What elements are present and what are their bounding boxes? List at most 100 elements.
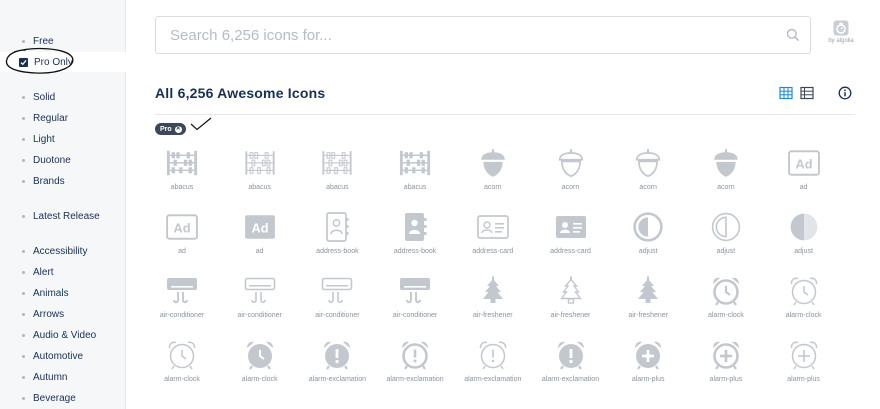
icon-tile[interactable]: alarm-exclamation: [454, 340, 532, 400]
icon-tile[interactable]: air-freshener: [609, 276, 687, 336]
address-book-icon: [405, 213, 427, 241]
icon-label: abacus: [403, 184, 427, 191]
grid-view-icon[interactable]: [779, 86, 793, 100]
search-icon[interactable]: [786, 28, 800, 42]
sidebar-item-label: Animals: [33, 287, 69, 299]
sidebar-item-label: Latest Release: [33, 210, 100, 222]
icon-tile[interactable]: air-freshener: [454, 276, 532, 336]
sidebar-item-light[interactable]: Light: [0, 129, 126, 149]
bullet-icon: [22, 333, 25, 337]
icon-tile[interactable]: acorn: [454, 148, 532, 208]
icon-label: air-conditioner: [392, 312, 438, 319]
icon-tile[interactable]: alarm-exclamation: [376, 340, 454, 400]
icon-tile[interactable]: ad: [143, 212, 221, 272]
icon-tile[interactable]: adjust: [765, 212, 843, 272]
icon-label: alarm-exclamation: [386, 376, 444, 383]
bullet-icon: [22, 291, 25, 295]
icon-tile[interactable]: air-conditioner: [298, 276, 376, 336]
icon-tile[interactable]: ad: [765, 148, 843, 208]
sidebar-item-latest-release[interactable]: Latest Release: [0, 206, 126, 226]
close-icon[interactable]: ✕: [174, 125, 182, 133]
icon-tile[interactable]: adjust: [609, 212, 687, 272]
icon-label: address-book: [393, 248, 437, 255]
air-conditioner-icon: [322, 277, 353, 304]
bullet-icon: [22, 214, 25, 218]
alarm-exclamation-icon: [323, 340, 352, 370]
abacus-icon: [244, 150, 275, 176]
icon-tile[interactable]: address-card: [532, 212, 610, 272]
icon-tile[interactable]: air-conditioner: [143, 276, 221, 336]
sidebar-item-beverage[interactable]: Beverage: [0, 388, 126, 408]
filter-pro-only[interactable]: Pro Only: [0, 52, 126, 72]
bullet-icon: [22, 249, 25, 253]
air-freshener-icon: [638, 276, 659, 303]
acorn-icon: [714, 149, 738, 177]
pro-filter-chip[interactable]: Pro ✕: [155, 123, 186, 135]
sidebar-item-autumn[interactable]: Autumn: [0, 367, 126, 387]
air-conditioner-icon: [166, 276, 198, 304]
icon-tile[interactable]: acorn: [532, 148, 610, 208]
icon-tile[interactable]: abacus: [143, 148, 221, 208]
sidebar-item-duotone[interactable]: Duotone: [0, 150, 126, 170]
adjust-icon: [633, 212, 663, 242]
info-icon[interactable]: [838, 86, 852, 100]
alarm-exclamation-icon: [556, 340, 585, 370]
bullet-icon: [22, 396, 25, 400]
icon-tile[interactable]: abacus: [376, 148, 454, 208]
alarm-clock-icon: [790, 277, 817, 306]
icon-tile[interactable]: address-book: [376, 212, 454, 272]
icon-tile[interactable]: abacus: [221, 148, 299, 208]
icon-tile[interactable]: alarm-exclamation: [298, 340, 376, 400]
icon-tile[interactable]: alarm-clock: [221, 340, 299, 400]
icon-tile[interactable]: alarm-exclamation: [532, 340, 610, 400]
adjust-icon: [790, 213, 817, 241]
algolia-badge[interactable]: by algolia: [824, 20, 858, 44]
icon-tile[interactable]: adjust: [687, 212, 765, 272]
sidebar-item-regular[interactable]: Regular: [0, 108, 126, 128]
acorn-icon: [636, 148, 661, 178]
table-view-icon[interactable]: [800, 86, 814, 100]
icon-tile[interactable]: alarm-clock: [765, 276, 843, 336]
icon-tile[interactable]: alarm-clock: [143, 340, 221, 400]
sidebar-item-label: Alert: [33, 266, 54, 278]
icon-tile[interactable]: alarm-plus: [609, 340, 687, 400]
search-input[interactable]: [170, 26, 770, 44]
sidebar-item-label: Arrows: [33, 308, 65, 320]
air-freshener-icon: [482, 276, 503, 303]
air-conditioner-icon: [399, 276, 432, 304]
algolia-logo-icon: [833, 20, 849, 36]
filter-free[interactable]: Free: [0, 31, 126, 51]
sidebar-item-solid[interactable]: Solid: [0, 87, 126, 107]
sidebar-item-automotive[interactable]: Automotive: [0, 346, 126, 366]
icon-tile[interactable]: alarm-clock: [687, 276, 765, 336]
bullet-icon: [22, 116, 25, 120]
icon-tile[interactable]: alarm-plus: [765, 340, 843, 400]
address-card-icon: [555, 216, 586, 238]
sidebar-item-animals[interactable]: Animals: [0, 283, 126, 303]
icon-label: alarm-exclamation: [464, 376, 522, 383]
bullet-icon: [22, 137, 25, 141]
icon-tile[interactable]: ad: [221, 212, 299, 272]
alarm-plus-icon: [790, 341, 817, 370]
icon-tile[interactable]: alarm-plus: [687, 340, 765, 400]
sidebar-item-arrows[interactable]: Arrows: [0, 304, 126, 324]
icon-tile[interactable]: air-freshener: [532, 276, 610, 336]
icon-label: alarm-plus: [787, 376, 820, 383]
icon-tile[interactable]: air-conditioner: [376, 276, 454, 336]
icon-tile[interactable]: address-book: [298, 212, 376, 272]
icon-tile[interactable]: abacus: [298, 148, 376, 208]
icon-tile[interactable]: air-conditioner: [221, 276, 299, 336]
icon-label: abacus: [248, 184, 271, 191]
sidebar-item-audio-video[interactable]: Audio & Video: [0, 325, 126, 345]
icon-tile[interactable]: acorn: [609, 148, 687, 208]
icon-tile[interactable]: address-card: [454, 212, 532, 272]
bullet-icon: [22, 312, 25, 316]
sidebar-item-brands[interactable]: Brands: [0, 171, 126, 191]
icon-label: alarm-plus: [631, 376, 665, 383]
icon-label: adjust: [794, 248, 813, 255]
sidebar-item-alert[interactable]: Alert: [0, 262, 126, 282]
sidebar-item-accessibility[interactable]: Accessibility: [0, 241, 126, 261]
acorn-icon: [558, 148, 583, 178]
icon-tile[interactable]: acorn: [687, 148, 765, 208]
checkbox-checked-icon[interactable]: [19, 57, 28, 67]
